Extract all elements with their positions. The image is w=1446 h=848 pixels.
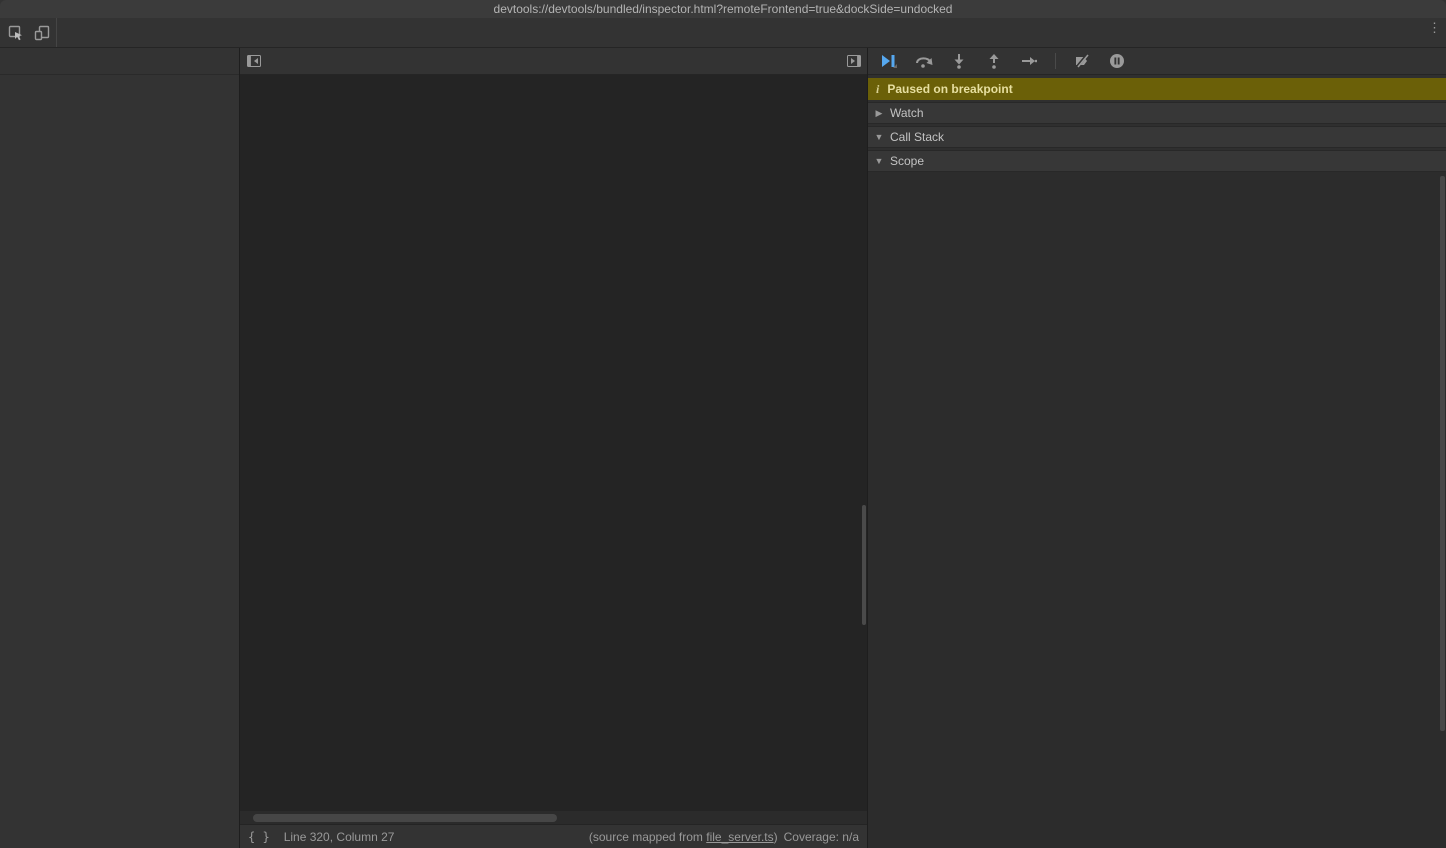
file-tree xyxy=(0,75,239,848)
watch-section-header[interactable]: ▶ Watch xyxy=(868,102,1446,124)
chevron-down-icon: ▼ xyxy=(874,156,884,166)
pause-on-exceptions-icon[interactable] xyxy=(1108,52,1126,70)
source-mapped-link[interactable]: file_server.ts xyxy=(706,830,773,844)
titlebar: devtools://devtools/bundled/inspector.ht… xyxy=(0,0,1446,18)
debugger-toolbar xyxy=(868,48,1446,75)
chevron-down-icon: ▼ xyxy=(874,132,884,142)
editor-tabstrip xyxy=(240,48,867,75)
editor-pane: { } Line 320, Column 27 (source mapped f… xyxy=(240,48,868,848)
step-into-icon[interactable] xyxy=(950,52,968,70)
code-editor[interactable] xyxy=(240,75,867,810)
pretty-print-icon[interactable]: { } xyxy=(248,830,270,844)
info-icon: i xyxy=(876,82,879,97)
editor-horizontal-scrollbar[interactable] xyxy=(240,810,867,824)
call-stack-section-header[interactable]: ▼ Call Stack xyxy=(868,126,1446,148)
device-toolbar-icon[interactable] xyxy=(34,25,50,41)
source-mapped-note: (source mapped from file_server.ts) xyxy=(589,830,778,844)
scope-tree xyxy=(868,172,1446,848)
hide-navigator-icon[interactable] xyxy=(240,48,267,74)
cursor-position: Line 320, Column 27 xyxy=(284,830,395,844)
navigator-tabs xyxy=(0,48,239,75)
show-debugger-icon[interactable] xyxy=(840,48,867,74)
coverage-status: Coverage: n/a xyxy=(784,830,859,844)
step-out-icon[interactable] xyxy=(985,52,1003,70)
chevron-right-icon: ▶ xyxy=(874,108,884,119)
editor-vertical-scrollbar[interactable] xyxy=(862,505,866,625)
editor-status-bar: { } Line 320, Column 27 (source mapped f… xyxy=(240,824,867,848)
navigator-pane xyxy=(0,48,240,848)
paused-banner-text: Paused on breakpoint xyxy=(887,82,1012,96)
scope-section-header[interactable]: ▼ Scope xyxy=(868,150,1446,172)
inspect-element-icon[interactable] xyxy=(8,25,24,41)
more-options-icon[interactable]: ⋮ xyxy=(1428,25,1438,30)
debugger-pane: i Paused on breakpoint ▶ Watch ▼ Call St… xyxy=(868,48,1446,848)
deactivate-breakpoints-icon[interactable] xyxy=(1073,52,1091,70)
devtools-window: devtools://devtools/bundled/inspector.ht… xyxy=(0,0,1446,848)
step-over-icon[interactable] xyxy=(915,52,933,70)
resume-icon[interactable] xyxy=(880,52,898,70)
paused-banner: i Paused on breakpoint xyxy=(868,78,1446,100)
window-title: devtools://devtools/bundled/inspector.ht… xyxy=(0,2,1446,16)
step-icon[interactable] xyxy=(1020,52,1038,70)
debugger-vertical-scrollbar[interactable] xyxy=(1440,176,1445,731)
main-toolbar: ⋮ xyxy=(0,18,1446,48)
